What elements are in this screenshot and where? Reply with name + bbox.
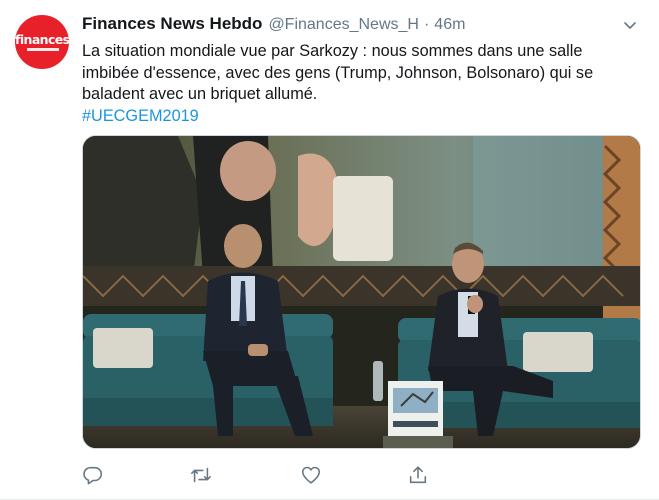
tweet-text-line: imbibée d'essence, avec des gens (Trump,… (82, 63, 594, 82)
tweet-text-line: La situation mondiale vue par Sarkozy : … (82, 42, 583, 60)
share-icon[interactable] (407, 464, 431, 488)
tweet-text: La situation mondiale vue par Sarkozy : … (82, 41, 642, 127)
display-name[interactable]: Finances News Hebdo (82, 14, 262, 34)
heart-icon[interactable] (300, 464, 324, 488)
tweet-photo[interactable] (82, 135, 641, 449)
conference-photo (83, 136, 640, 448)
tweet-actions (82, 464, 482, 488)
tweet-header: Finances News Hebdo @Finances_News_H · 4… (82, 14, 465, 36)
user-handle[interactable]: @Finances_News_H (268, 16, 419, 34)
reply-icon[interactable] (82, 464, 106, 488)
tweet-text-line: baladent avec un briquet allumé. (82, 85, 318, 103)
separator-dot: · (423, 16, 430, 33)
hashtag-link[interactable]: #UECGEM2019 (82, 106, 642, 128)
avatar-logo-bar (27, 48, 59, 51)
chevron-down-icon[interactable] (622, 17, 638, 33)
timestamp[interactable]: 46m (434, 16, 465, 34)
tweet[interactable]: finances Finances News Hebdo @Finances_N… (0, 0, 659, 500)
avatar-logo-text: finances (15, 32, 69, 47)
avatar[interactable]: finances (15, 15, 69, 69)
retweet-icon[interactable] (189, 464, 213, 488)
